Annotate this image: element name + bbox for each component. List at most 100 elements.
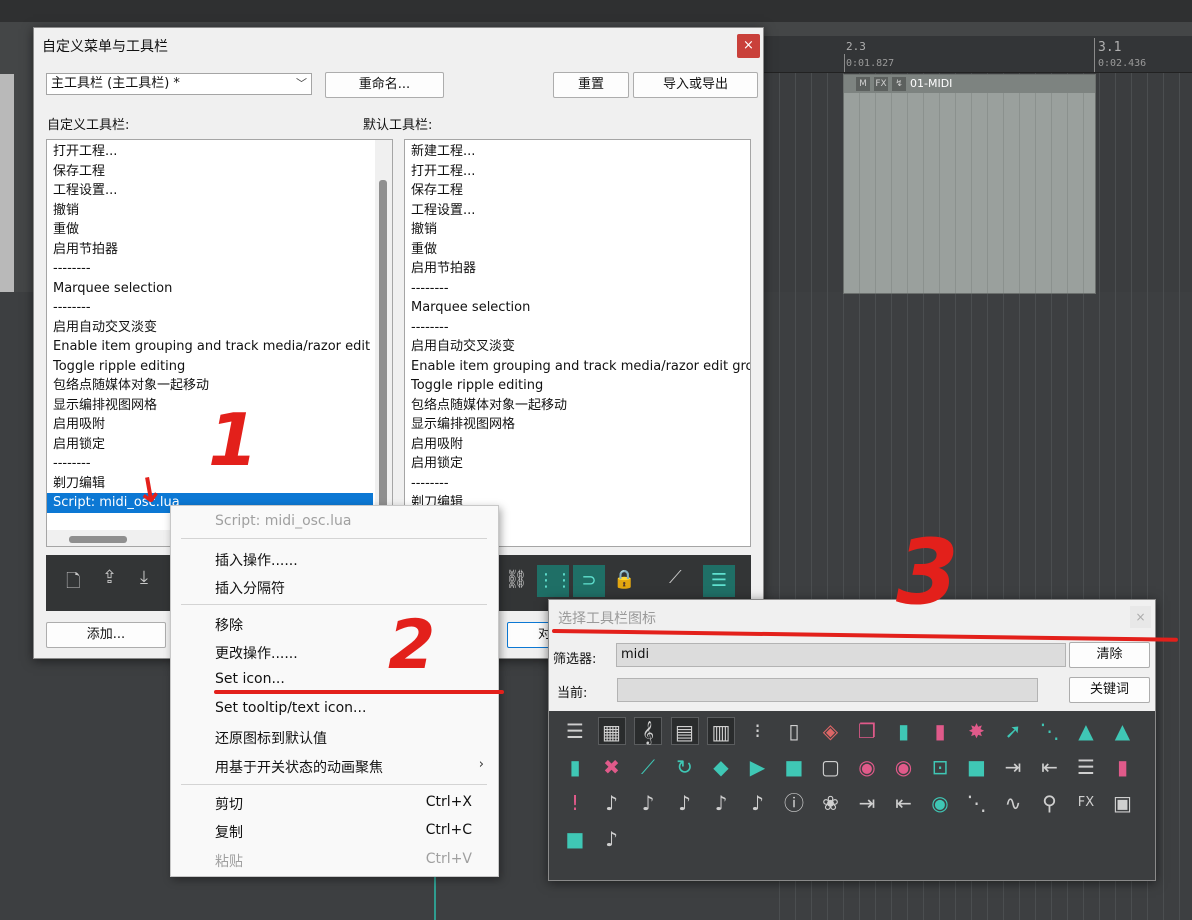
menu-item-change-action[interactable]: 更改操作......: [215, 643, 298, 663]
toolbar-icon-option[interactable]: ▥: [707, 717, 735, 745]
toolbar-icon-option[interactable]: ↻: [671, 753, 699, 781]
close-button[interactable]: ×: [1130, 606, 1151, 628]
toolbar-icon-option[interactable]: ▮: [890, 717, 918, 745]
mute-button[interactable]: M: [856, 77, 870, 91]
toolbar-icon-option[interactable]: ⓘ: [780, 789, 808, 817]
toolbar-icon-option[interactable]: ▶: [744, 753, 772, 781]
list-item[interactable]: --------: [405, 318, 750, 338]
toolbar-icon-option[interactable]: ▯: [780, 717, 808, 745]
midi-item[interactable]: M FX ↯ 01-MIDI: [843, 74, 1096, 294]
toolbar-icon-option[interactable]: ▮: [926, 717, 954, 745]
toolbar-icon-option[interactable]: ❐: [853, 717, 881, 745]
scrollbar-thumb[interactable]: [379, 180, 387, 510]
vertical-scrollbar[interactable]: [375, 140, 392, 546]
toolbar-icon-option[interactable]: ❀: [817, 789, 845, 817]
list-item[interactable]: 包络点随媒体对象一起移动: [405, 396, 750, 416]
list-item[interactable]: 打开工程...: [47, 142, 373, 162]
menu-item-remove[interactable]: 移除: [215, 615, 243, 635]
filter-input[interactable]: midi: [616, 643, 1066, 667]
reset-button[interactable]: 重置: [553, 72, 629, 98]
clear-button[interactable]: 清除: [1069, 642, 1150, 668]
list-item[interactable]: 重做: [405, 240, 750, 260]
toolbar-icon-option[interactable]: ⇥: [853, 789, 881, 817]
toolbar-select[interactable]: 主工具栏 (主工具栏) * ﹀: [46, 73, 312, 95]
toolbar-icon-option[interactable]: ☰: [1072, 753, 1100, 781]
snap-magnet-icon[interactable]: ⊃: [573, 565, 605, 597]
toolbar-icon-option[interactable]: ⊡: [926, 753, 954, 781]
toolbar-icon-option[interactable]: ◉: [926, 789, 954, 817]
list-item[interactable]: 工程设置...: [47, 181, 373, 201]
link-icon[interactable]: ⛓: [505, 569, 528, 590]
toolbar-icon-option[interactable]: ✸: [963, 717, 991, 745]
list-item[interactable]: --------: [405, 279, 750, 299]
grid-icon[interactable]: ⋮⋮: [537, 565, 573, 597]
list-item[interactable]: 显示编排视图网格: [405, 415, 750, 435]
toolbar-icon-option[interactable]: ▤: [670, 717, 699, 745]
toolbar-icon-option[interactable]: ◉: [890, 753, 918, 781]
close-button[interactable]: ×: [737, 34, 760, 58]
list-item[interactable]: 启用锁定: [405, 454, 750, 474]
list-item[interactable]: 撤销: [47, 201, 373, 221]
list-item[interactable]: 启用自动交叉淡变: [47, 318, 373, 338]
toolbar-icon-option[interactable]: ⋱: [963, 789, 991, 817]
menu-item-copy[interactable]: 复制: [215, 822, 243, 842]
save-download-icon[interactable]: ⤓: [140, 567, 148, 588]
list-item[interactable]: 包络点随媒体对象一起移动: [47, 376, 373, 396]
toolbar-icon-option[interactable]: ▦: [597, 717, 626, 745]
timeline-ruler[interactable]: 2.3 0:01.827 3.1 0:02.436: [764, 36, 1192, 73]
envelope-icon[interactable]: ↯: [892, 77, 906, 91]
toolbar-icon-option[interactable]: ♪: [671, 789, 699, 817]
toolbar-icon-option[interactable]: ■: [780, 753, 808, 781]
list-item[interactable]: 撤销: [405, 220, 750, 240]
toolbar-icon-option[interactable]: ◉: [853, 753, 881, 781]
toolbar-icon-option[interactable]: ⇥: [999, 753, 1027, 781]
toolbar-icon-option[interactable]: ♪: [707, 789, 735, 817]
menu-item-set-tooltip[interactable]: Set tooltip/text icon...: [215, 700, 366, 716]
list-item[interactable]: --------: [405, 474, 750, 494]
keyword-button[interactable]: 关键词: [1069, 677, 1150, 703]
new-file-icon[interactable]: 🗋: [66, 569, 80, 599]
toolbar-icon-option[interactable]: ▮: [561, 753, 589, 781]
toolbar-icon-option[interactable]: ♪: [744, 789, 772, 817]
toolbar-icon-option[interactable]: ▮: [1109, 753, 1137, 781]
list-item[interactable]: Toggle ripple editing: [405, 376, 750, 396]
import-export-button[interactable]: 导入或导出: [633, 72, 758, 98]
toolbar-icon-option[interactable]: ▲: [1072, 717, 1100, 745]
rename-button[interactable]: 重命名...: [325, 72, 444, 98]
list-item[interactable]: 启用自动交叉淡变: [405, 337, 750, 357]
toolbar-icon-option[interactable]: ■: [963, 753, 991, 781]
list-item[interactable]: 启用节拍器: [47, 240, 373, 260]
toolbar-icon-option[interactable]: ◈: [817, 717, 845, 745]
default-toolbar-list[interactable]: 新建工程... 打开工程... 保存工程 工程设置... 撤销 重做 启用节拍器 ------…: [404, 139, 751, 547]
toolbar-icon-option[interactable]: ♪: [598, 789, 626, 817]
menu-item-insert-action[interactable]: 插入操作......: [215, 550, 298, 570]
script-icon[interactable]: ☰: [703, 565, 735, 597]
toolbar-icon-option[interactable]: ▲: [1109, 717, 1137, 745]
menu-item-cut[interactable]: 剪切: [215, 794, 243, 814]
toolbar-icon-option[interactable]: ⇤: [890, 789, 918, 817]
scrollbar-thumb[interactable]: [69, 536, 127, 543]
open-upload-icon[interactable]: ⇪: [102, 567, 117, 588]
menu-item-animate-focus[interactable]: 用基于开关状态的动画聚焦: [215, 757, 383, 777]
toolbar-icon-option[interactable]: ☰: [561, 717, 589, 745]
toolbar-icon-option[interactable]: ⁝: [744, 717, 772, 745]
list-item[interactable]: Toggle ripple editing: [47, 357, 373, 377]
lock-icon[interactable]: 🔒: [613, 569, 635, 590]
toolbar-icon-option[interactable]: ♪: [598, 825, 626, 853]
list-item[interactable]: 保存工程: [405, 181, 750, 201]
razor-icon[interactable]: ⟋: [669, 567, 682, 588]
toolbar-icon-option[interactable]: ∿: [999, 789, 1027, 817]
toolbar-icon-option[interactable]: FX: [1072, 789, 1100, 817]
list-item[interactable]: 重做: [47, 220, 373, 240]
toolbar-icon-option[interactable]: ▢: [817, 753, 845, 781]
list-item[interactable]: Enable item grouping and track media/raz…: [47, 337, 373, 357]
list-item[interactable]: --------: [47, 259, 373, 279]
list-item[interactable]: --------: [47, 298, 373, 318]
toolbar-icon-option[interactable]: ⋱: [1036, 717, 1064, 745]
list-item[interactable]: 启用节拍器: [405, 259, 750, 279]
toolbar-icon-option[interactable]: ✖: [598, 753, 626, 781]
toolbar-icon-option[interactable]: ⟋: [634, 753, 662, 781]
toolbar-icon-option[interactable]: !: [561, 789, 589, 817]
custom-toolbar-list[interactable]: 打开工程... 保存工程 工程设置... 撤销 重做 启用节拍器 -------- Marqu…: [46, 139, 393, 547]
toolbar-icon-option[interactable]: ➚: [999, 717, 1027, 745]
